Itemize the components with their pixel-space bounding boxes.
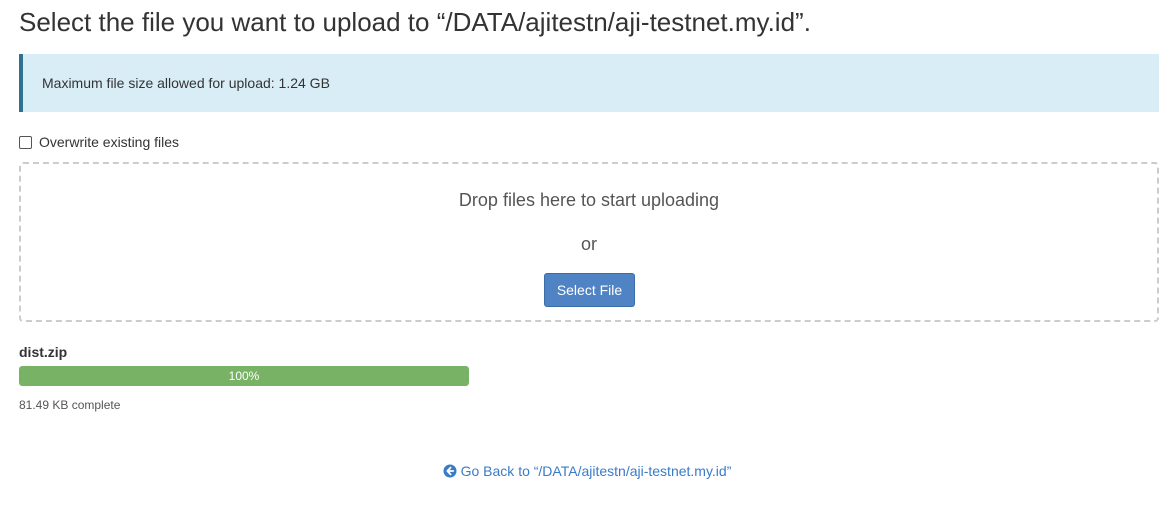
max-file-size-alert: Maximum file size allowed for upload: 1.…: [19, 54, 1159, 112]
or-separator: or: [580, 234, 597, 254]
overwrite-label[interactable]: Overwrite existing files: [39, 134, 179, 150]
go-back-link[interactable]: Go Back to “/DATA/ajitestn/aji-testnet.m…: [0, 462, 1174, 482]
upload-progress-fill: 100%: [19, 366, 469, 386]
upload-progress-bar: 100%: [19, 366, 469, 386]
uploaded-file-name: dist.zip: [19, 344, 68, 360]
overwrite-checkbox[interactable]: [19, 135, 32, 149]
upload-progress-label: 100%: [228, 369, 260, 383]
select-file-button[interactable]: Select File: [544, 273, 635, 307]
page-title: Select the file you want to upload to “/…: [19, 7, 811, 37]
upload-status: 81.49 KB complete: [19, 398, 121, 412]
go-back-label[interactable]: Go Back to “/DATA/ajitestn/aji-testnet.m…: [461, 462, 732, 480]
circle-arrow-left-icon: [443, 464, 457, 478]
drop-instructions: Drop files here to start uploading: [458, 190, 720, 210]
upload-page: Select the file you want to upload to “/…: [0, 0, 1174, 506]
max-file-size-text: Maximum file size allowed for upload: 1.…: [42, 75, 330, 91]
overwrite-option[interactable]: Overwrite existing files: [19, 132, 179, 152]
file-drop-zone[interactable]: Drop files here to start uploading or Se…: [19, 162, 1159, 322]
